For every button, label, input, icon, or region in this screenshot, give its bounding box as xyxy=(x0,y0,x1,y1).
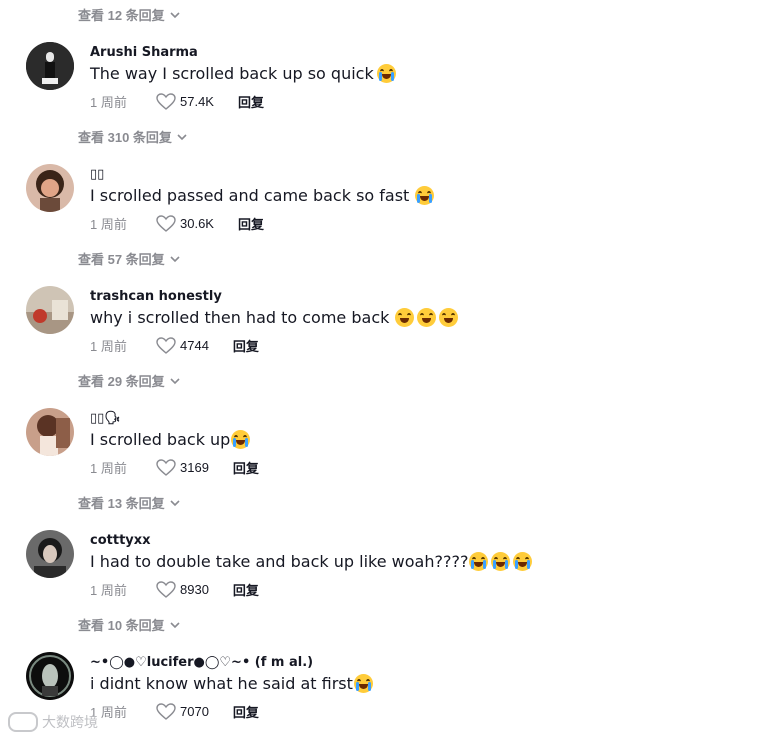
comment-meta: 1 周前 8930 回复 xyxy=(90,580,259,599)
view-replies-link[interactable]: 查看 10 条回复 xyxy=(78,615,181,634)
crying-face-icon xyxy=(469,552,489,571)
comment-time: 1 周前 xyxy=(90,461,127,476)
comment-text-content: I scrolled passed and came back so fast xyxy=(90,186,410,205)
comment-username[interactable]: cotttyxx xyxy=(90,533,151,548)
avatar[interactable] xyxy=(26,164,74,212)
reply-button[interactable]: 回复 xyxy=(233,580,259,599)
crying-face-icon xyxy=(231,430,251,449)
comment-username[interactable]: ▯▯ xyxy=(90,167,104,182)
comment-text: why i scrolled then had to come back xyxy=(90,308,459,327)
like-count: 7070 xyxy=(180,704,209,719)
like-count: 4744 xyxy=(180,338,209,353)
comment-username[interactable]: trashcan honestly xyxy=(90,289,222,304)
reply-button[interactable]: 回复 xyxy=(233,458,259,477)
chevron-down-icon xyxy=(170,621,180,628)
crying-face-icon xyxy=(491,552,511,571)
comment-text-content: I scrolled back up xyxy=(90,430,231,449)
comment-username[interactable]: ~•◯●♡lucifer●◯♡~• (f m al.) xyxy=(90,655,313,670)
comment-time: 1 周前 xyxy=(90,583,127,598)
view-replies-link[interactable]: 查看 12 条回复 xyxy=(78,5,181,24)
heart-icon xyxy=(156,92,176,110)
view-replies-link[interactable]: 查看 310 条回复 xyxy=(78,127,188,146)
comment-meta: 1 周前 57.4K 回复 xyxy=(90,92,264,111)
view-replies-link[interactable]: 查看 13 条回复 xyxy=(78,493,181,512)
reply-button[interactable]: 回复 xyxy=(238,92,264,111)
view-replies-label: 查看 10 条回复 xyxy=(78,618,165,633)
watermark-logo-icon xyxy=(8,712,38,732)
crying-face-icon xyxy=(415,186,435,205)
comment-meta: 1 周前 7070 回复 xyxy=(90,702,259,721)
heart-icon xyxy=(156,702,176,720)
comment-time: 1 周前 xyxy=(90,95,127,110)
avatar[interactable] xyxy=(26,42,74,90)
watermark: 大数跨境 xyxy=(8,712,98,732)
heart-icon xyxy=(156,214,176,232)
avatar[interactable] xyxy=(26,408,74,456)
crying-face-icon xyxy=(513,552,533,571)
like-count: 57.4K xyxy=(180,94,214,109)
heart-icon xyxy=(156,336,176,354)
crying-face-icon xyxy=(376,64,396,83)
reply-button[interactable]: 回复 xyxy=(233,336,259,355)
view-replies-label: 查看 13 条回复 xyxy=(78,496,165,511)
comment-time: 1 周前 xyxy=(90,217,127,232)
comment-meta: 1 周前 4744 回复 xyxy=(90,336,259,355)
watermark-text: 大数跨境 xyxy=(42,714,98,730)
view-replies-label: 查看 12 条回复 xyxy=(78,8,165,23)
like-button[interactable]: 7070 xyxy=(156,702,209,721)
like-count: 3169 xyxy=(180,460,209,475)
comment-text: The way I scrolled back up so quick xyxy=(90,64,396,83)
comment-text-content: The way I scrolled back up so quick xyxy=(90,64,374,83)
chevron-down-icon xyxy=(170,255,180,262)
like-button[interactable]: 4744 xyxy=(156,336,209,355)
comment-meta: 1 周前 3169 回复 xyxy=(90,458,259,477)
view-replies-link[interactable]: 查看 29 条回复 xyxy=(78,371,181,390)
reply-button[interactable]: 回复 xyxy=(233,702,259,721)
comment-text-content: i didnt know what he said at first xyxy=(90,674,353,693)
like-button[interactable]: 57.4K xyxy=(156,92,214,111)
chevron-down-icon xyxy=(170,11,180,18)
like-button[interactable]: 8930 xyxy=(156,580,209,599)
view-replies-label: 查看 29 条回复 xyxy=(78,374,165,389)
avatar[interactable] xyxy=(26,286,74,334)
heart-icon xyxy=(156,458,176,476)
comment-item: ~•◯●♡lucifer●◯♡~• (f m al.) i didnt know… xyxy=(0,650,784,739)
chevron-down-icon xyxy=(170,499,180,506)
like-count: 30.6K xyxy=(180,216,214,231)
heart-icon xyxy=(156,580,176,598)
chevron-down-icon xyxy=(177,133,187,140)
comment-text: i didnt know what he said at first xyxy=(90,674,373,693)
like-button[interactable]: 30.6K xyxy=(156,214,214,233)
comment-time: 1 周前 xyxy=(90,705,127,720)
chevron-down-icon xyxy=(170,377,180,384)
comment-text: I scrolled back up xyxy=(90,430,251,449)
grinning-face-icon xyxy=(417,308,437,327)
like-count: 8930 xyxy=(180,582,209,597)
view-replies-label: 查看 310 条回复 xyxy=(78,130,172,145)
grinning-face-icon xyxy=(395,308,415,327)
comment-time: 1 周前 xyxy=(90,339,127,354)
avatar[interactable] xyxy=(26,652,74,700)
reply-button[interactable]: 回复 xyxy=(238,214,264,233)
comment-username[interactable]: ▯▯🗣 xyxy=(90,411,121,426)
comment-text-content: why i scrolled then had to come back xyxy=(90,308,390,327)
comment-text-content: I had to double take and back up like wo… xyxy=(90,552,469,571)
comment-username[interactable]: Arushi Sharma xyxy=(90,45,198,60)
comment-text: I had to double take and back up like wo… xyxy=(90,552,533,571)
like-button[interactable]: 3169 xyxy=(156,458,209,477)
comment-meta: 1 周前 30.6K 回复 xyxy=(90,214,264,233)
avatar[interactable] xyxy=(26,530,74,578)
crying-face-icon xyxy=(353,674,373,693)
view-replies-label: 查看 57 条回复 xyxy=(78,252,165,267)
grinning-face-icon xyxy=(439,308,459,327)
view-replies-link[interactable]: 查看 57 条回复 xyxy=(78,249,181,268)
comment-text: I scrolled passed and came back so fast xyxy=(90,186,435,205)
